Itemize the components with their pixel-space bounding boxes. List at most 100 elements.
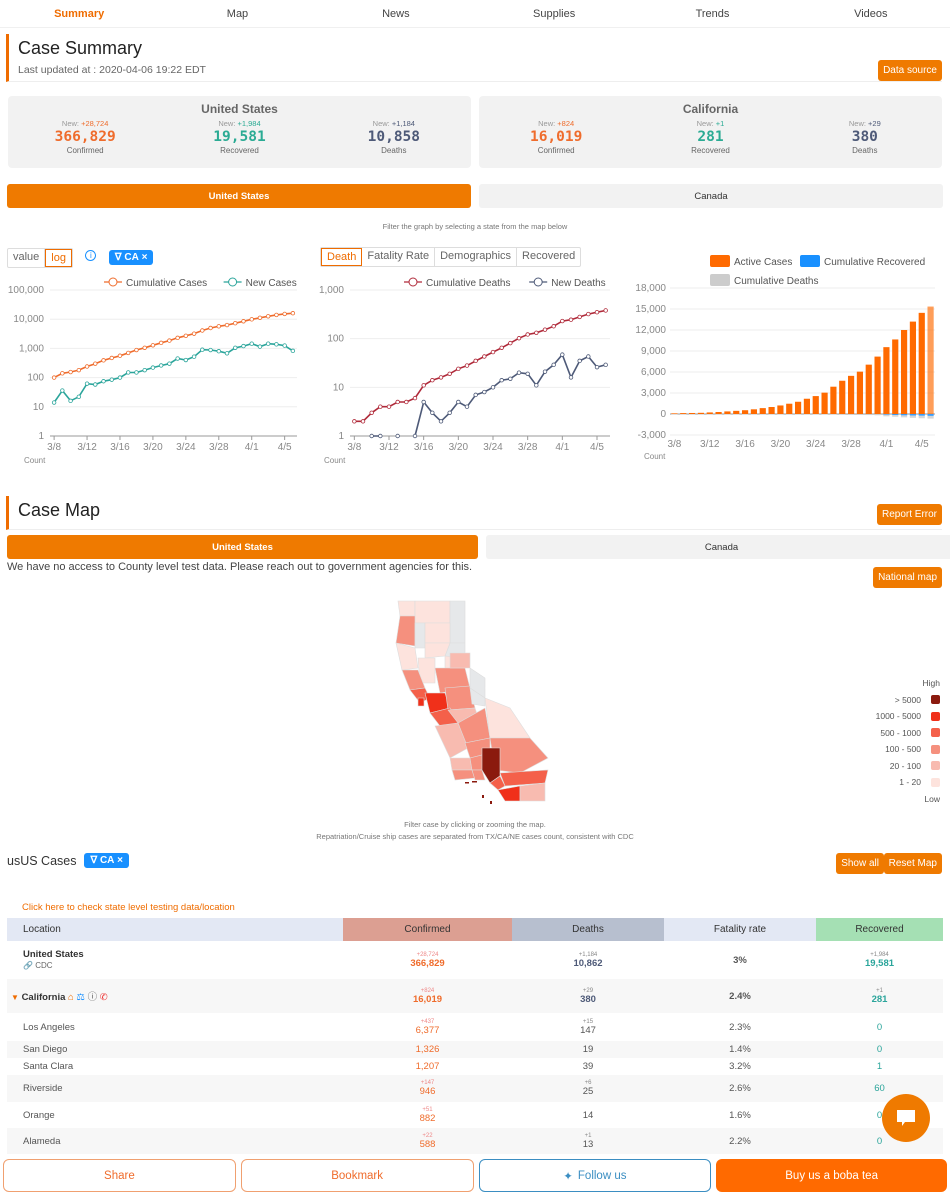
- bar-cumulative-deaths: [715, 414, 722, 415]
- legend-item[interactable]: 1 - 20: [876, 774, 940, 791]
- county-siskiyou[interactable]: [414, 600, 451, 624]
- data-point: [233, 345, 238, 350]
- cdc-link[interactable]: 🔗 CDC: [23, 961, 53, 970]
- close-icon[interactable]: ×: [139, 252, 148, 263]
- county-del-norte[interactable]: [397, 600, 416, 617]
- y-tick-label: 1: [38, 431, 44, 442]
- county-inyo[interactable]: [484, 697, 531, 739]
- table-row-united-states[interactable]: United States 🔗 CDC +28,724 366,829 +1,184…: [7, 941, 943, 979]
- home-icon[interactable]: ⌂: [68, 992, 74, 1003]
- state-filter-chip[interactable]: ∇ CA ×: [108, 250, 154, 265]
- rate-value: 2.4%: [729, 990, 751, 1002]
- close-icon[interactable]: ×: [114, 855, 123, 866]
- chat-button[interactable]: [882, 1094, 930, 1142]
- data-point: [233, 320, 238, 326]
- show-all-button[interactable]: Show all: [836, 853, 884, 874]
- california-county-map[interactable]: [390, 598, 570, 808]
- county-modoc[interactable]: [449, 600, 466, 644]
- legend-label: Cumulative Deaths: [426, 278, 510, 289]
- repatriation-note: Repatriation/Cruise ship cases are separ…: [316, 832, 634, 841]
- bar-cumulative-deaths: [821, 414, 828, 415]
- col-deaths[interactable]: Deaths: [512, 918, 664, 941]
- data-point: [191, 354, 197, 359]
- county-shasta[interactable]: [424, 622, 451, 644]
- expand-caret-icon[interactable]: ▼: [11, 993, 19, 1002]
- share-button[interactable]: Share: [3, 1159, 236, 1192]
- bookmark-button[interactable]: Bookmark: [240, 1159, 474, 1192]
- county-san-francisco[interactable]: [417, 697, 425, 707]
- tab-fatality-rate[interactable]: Fatality Rate: [362, 248, 436, 266]
- table-row[interactable]: Santa Clara 1,207 39 3.2% 1: [7, 1058, 943, 1075]
- confirmed-value: 882: [419, 1112, 436, 1124]
- table-row[interactable]: San Diego 1,326 19 1.4% 0: [7, 1041, 943, 1058]
- tab-recovered[interactable]: Recovered: [517, 248, 580, 266]
- county-trinity[interactable]: [414, 622, 426, 649]
- recovered-value: 281: [871, 993, 888, 1005]
- tab-videos[interactable]: Videos: [792, 8, 950, 20]
- scale-value-option[interactable]: value: [8, 249, 46, 267]
- legend-item[interactable]: > 5000: [876, 692, 940, 709]
- tab-map[interactable]: Map: [158, 8, 316, 20]
- data-point: [490, 385, 496, 390]
- legend-item[interactable]: 500 - 1000: [876, 725, 940, 742]
- bar-cumulative-deaths: [927, 415, 934, 419]
- table-row[interactable]: Riverside +147 946 +6 25 2.6% 60: [7, 1075, 943, 1102]
- table-row[interactable]: Los Angeles +437 6,377 +15 147 2.3% 0: [7, 1013, 943, 1041]
- county-santa-barbara[interactable]: [451, 769, 476, 781]
- tab-death[interactable]: Death: [321, 248, 363, 266]
- county-placer[interactable]: [449, 652, 471, 669]
- table-row-california[interactable]: ▼ California ⌂ ⚖ ⓘ ✆ +824 16,019 +29 380 2…: [7, 979, 943, 1013]
- x-tick-label: 4/1: [879, 439, 893, 450]
- x-tick-label: 3/8: [347, 442, 361, 453]
- tab-demographics[interactable]: Demographics: [435, 248, 518, 266]
- cases-line-chart[interactable]: 1 10 100 1,000 10,000 100,000 3/8 3/12 3/16 3/20 3…: [0, 270, 318, 470]
- tab-news[interactable]: News: [317, 8, 475, 20]
- x-tick-label: 3/20: [143, 442, 163, 453]
- map-region-us-button[interactable]: United States: [7, 535, 478, 559]
- link-icon: 🔗: [23, 961, 33, 970]
- deaths-line-chart[interactable]: 1 10 100 1,000 3/8 3/12 3/16 3/20 3/24 3/28 4/1 4/5…: [316, 270, 628, 470]
- reset-map-button[interactable]: Reset Map: [883, 853, 942, 874]
- scale-log-option[interactable]: log: [45, 249, 72, 267]
- col-fatality-rate[interactable]: Fatality rate: [664, 918, 816, 941]
- tab-trends[interactable]: Trends: [633, 8, 791, 20]
- legend-marker: [533, 277, 543, 287]
- region-canada-button[interactable]: Canada: [479, 184, 943, 208]
- testing-data-link[interactable]: Click here to check state level testing …: [22, 902, 235, 913]
- stat-label: Recovered: [220, 146, 259, 155]
- x-tick-label: 3/16: [414, 442, 434, 453]
- map-region-canada-button[interactable]: Canada: [486, 535, 950, 559]
- county-imperial[interactable]: [519, 782, 546, 802]
- x-tick-label: 3/28: [209, 442, 229, 453]
- report-error-button[interactable]: Report Error: [876, 504, 942, 525]
- test-flask-icon[interactable]: ⚖: [76, 992, 85, 1003]
- county-san-luis-obispo[interactable]: [449, 757, 473, 771]
- region-us-button[interactable]: United States: [7, 184, 471, 208]
- county-humboldt[interactable]: [395, 615, 416, 647]
- tab-supplies[interactable]: Supplies: [475, 8, 633, 20]
- state-filter-chip[interactable]: ∇ CA ×: [84, 853, 130, 868]
- legend-item[interactable]: 20 - 100: [876, 758, 940, 775]
- buy-boba-button[interactable]: Buy us a boba tea: [716, 1159, 947, 1192]
- table-row[interactable]: Alameda +22 588 +1 13 2.2% 0: [7, 1128, 943, 1154]
- legend-item[interactable]: 100 - 500: [876, 741, 940, 758]
- phone-icon[interactable]: ✆: [100, 992, 108, 1003]
- follow-us-button[interactable]: ✦ Follow us: [478, 1159, 712, 1192]
- tab-summary[interactable]: Summary: [0, 8, 158, 20]
- graph-hint: Filter the graph by selecting a state fr…: [382, 222, 568, 231]
- info-icon[interactable]: ⓘ: [88, 992, 98, 1003]
- col-confirmed[interactable]: Confirmed: [343, 918, 512, 941]
- deaths-value: 14: [582, 1109, 594, 1121]
- data-source-button[interactable]: Data source: [878, 60, 942, 81]
- data-point: [224, 351, 230, 356]
- legend-label: Active Cases: [734, 257, 792, 268]
- table-row[interactable]: Orange +51 882 14 1.6% 0: [7, 1102, 943, 1128]
- x-tick-label: 4/5: [590, 442, 604, 453]
- legend-item[interactable]: 1000 - 5000: [876, 708, 940, 725]
- info-icon[interactable]: i: [85, 250, 97, 262]
- national-map-button[interactable]: National map: [873, 567, 942, 588]
- col-location[interactable]: Location: [7, 918, 343, 941]
- active-cases-bar-chart[interactable]: -3,000 0 3,000 6,000 9,000 12,000 15,000 18,000…: [630, 250, 950, 470]
- data-point: [603, 362, 608, 368]
- col-recovered[interactable]: Recovered: [816, 918, 943, 941]
